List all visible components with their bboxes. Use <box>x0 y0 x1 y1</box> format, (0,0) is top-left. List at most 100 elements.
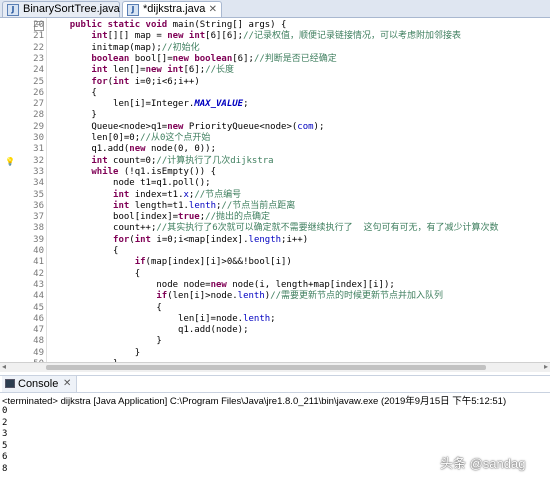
line-number: 22 <box>33 42 44 53</box>
tab-binarysorttree[interactable]: J BinarySortTree.java <box>2 1 120 17</box>
code-line[interactable]: 29 Queue<node>q1=new PriorityQueue<node>… <box>0 122 550 133</box>
scroll-left-icon[interactable]: ◂ <box>2 362 6 371</box>
code-line[interactable]: 38 count++;//其实执行了6次就可以确定就不需要继续执行了 这句可有可… <box>0 223 550 234</box>
code-token: node(0, 0)); <box>150 144 216 155</box>
code-token: com <box>297 121 314 132</box>
code-text: int length=t1.lenth;//节点当前点距离 <box>48 201 295 212</box>
code-line[interactable]: 33 while (!q1.isEmpty()) { <box>0 167 550 178</box>
line-number: 41 <box>33 257 44 268</box>
code-line[interactable]: 27 len[i]=Integer.MAX_VALUE; <box>0 99 550 110</box>
code-line[interactable]: 47 q1.add(node); <box>0 325 550 336</box>
code-line[interactable]: 21 int[][] map = new int[6][6];//记录权值，顺便… <box>0 31 550 42</box>
code-editor[interactable]: −20 public static void main(String[] arg… <box>0 18 550 362</box>
line-number: 49 <box>33 347 44 358</box>
code-token: public static void <box>69 20 173 30</box>
code-line[interactable]: 42 { <box>0 269 550 280</box>
line-number: 30 <box>33 133 44 143</box>
code-token: } <box>48 110 97 121</box>
code-token: Queue<node>q1= <box>48 121 168 132</box>
code-token: { <box>48 268 141 279</box>
code-line[interactable]: 23 boolean bool[]=new boolean[6];//判断是否已… <box>0 54 550 65</box>
code-token: //节点当前点距离 <box>221 200 296 211</box>
code-text: for(int i=0;i<map[index].length;i++) <box>48 235 308 246</box>
code-token: int <box>113 200 135 211</box>
tab-dijkstra[interactable]: J *dijkstra.java ✕ <box>122 1 222 17</box>
close-icon[interactable]: ✕ <box>209 2 217 17</box>
line-number: 26 <box>33 87 44 98</box>
code-line[interactable]: 24 int len[]=new int[6];//长度 <box>0 65 550 76</box>
code-text: for(int i=0;i<6;i++) <box>48 77 199 88</box>
close-icon[interactable]: ✕ <box>63 376 71 392</box>
code-text: { <box>48 269 140 280</box>
code-token: //判断是否已经确定 <box>253 53 337 64</box>
code-token: ; <box>270 313 276 324</box>
code-text: if(len[i]>node.lenth)//需要更新节点的时候更新节点并加入队… <box>48 291 443 302</box>
code-token: ;i++) <box>281 234 309 245</box>
code-token: initmap(map); <box>48 42 162 53</box>
scroll-right-icon[interactable]: ▸ <box>544 362 548 371</box>
code-token: //其实执行了6次就可以确定就不需要继续执行了 这句可有可无，有了减少计算次数 <box>156 223 499 234</box>
code-line[interactable]: 44 if(len[i]>node.lenth)//需要更新节点的时候更新节点并… <box>0 291 550 302</box>
console-output-line: 3 <box>2 429 8 440</box>
code-token: (len[i]>node. <box>167 291 238 302</box>
code-line[interactable]: 48 } <box>0 336 550 347</box>
code-line[interactable]: 30 len[0]=0;//从0这个点开始 <box>0 133 550 144</box>
code-text: boolean bool[]=new boolean[6];//判断是否已经确定 <box>48 53 337 65</box>
code-token: //节点编号 <box>194 189 242 200</box>
code-line[interactable]: 28 } <box>0 110 550 121</box>
code-token: count=0; <box>113 155 157 166</box>
code-token: lenth <box>237 291 265 302</box>
code-line[interactable]: 26 { <box>0 88 550 99</box>
code-text: Queue<node>q1=new PriorityQueue<node>(co… <box>48 122 324 133</box>
code-text: { <box>48 88 96 99</box>
code-token: if <box>156 291 168 302</box>
code-line[interactable]: 43 node node=new node(i, length+map[inde… <box>0 280 550 291</box>
code-token: while <box>91 166 124 177</box>
code-line[interactable]: 35 int index=t1.x;//节点编号 <box>0 190 550 201</box>
line-number: 37 <box>33 212 44 223</box>
code-line[interactable]: 37 bool[index]=true;//抛出的点确定 <box>0 212 550 223</box>
code-text: bool[index]=true;//抛出的点确定 <box>48 212 270 223</box>
code-line[interactable]: 25 for(int i=0;i<6;i++) <box>0 77 550 88</box>
code-token: bool[index]= <box>48 212 179 223</box>
code-line[interactable]: 49 } <box>0 348 550 359</box>
code-token: node t1=q1.poll(); <box>48 178 211 189</box>
line-number: 31 <box>33 144 44 155</box>
scrollbar-thumb[interactable] <box>46 365 486 370</box>
code-token: int <box>91 65 114 76</box>
tab-console[interactable]: Console ✕ <box>2 376 78 392</box>
code-token: for <box>113 234 130 245</box>
line-number: 25 <box>33 76 44 87</box>
code-token: index=t1. <box>134 189 184 200</box>
tab-label: *dijkstra.java <box>143 3 206 15</box>
code-line[interactable]: 34 node t1=q1.poll(); <box>0 178 550 189</box>
code-line[interactable]: 40 { <box>0 246 550 257</box>
code-text: int[][] map = new int[6][6];//记录权值，顺便记录链… <box>48 31 461 42</box>
horizontal-scrollbar[interactable]: ◂ ▸ <box>0 362 550 372</box>
line-number: 28 <box>33 110 44 121</box>
code-line[interactable]: 36 int length=t1.lenth;//节点当前点距离 <box>0 201 550 212</box>
line-number: 48 <box>33 336 44 347</box>
code-line[interactable]: 31 q1.add(new node(0, 0)); <box>0 144 550 155</box>
console-output-line: 6 <box>2 452 8 463</box>
line-number: 27 <box>33 99 44 110</box>
code-token: //需要更新节点的时候更新节点并加入队列 <box>270 291 444 302</box>
code-token: true <box>178 212 200 223</box>
line-number: 33 <box>33 166 44 177</box>
code-token: (map[index][i]>0&&!bool[i]) <box>145 257 292 268</box>
code-line[interactable]: 45 { <box>0 303 550 314</box>
code-line[interactable]: −20 public static void main(String[] arg… <box>0 20 550 31</box>
code-line[interactable]: 46 len[i]=node.lenth; <box>0 314 550 325</box>
quickfix-lightbulb-icon[interactable]: 💡 <box>5 157 15 166</box>
code-line[interactable]: 💡 32 int count=0;//计算执行了几次dijkstra <box>0 156 550 167</box>
code-line[interactable]: 22 initmap(map);//初始化 <box>0 43 550 54</box>
code-token: node node= <box>48 279 211 290</box>
code-token: { <box>48 302 162 313</box>
line-number: 46 <box>33 313 44 324</box>
code-text: } <box>48 110 97 121</box>
code-line[interactable]: 39 for(int i=0;i<map[index].length;i++) <box>0 235 550 246</box>
code-line[interactable]: 41 if(map[index][i]>0&&!bool[i]) <box>0 257 550 268</box>
